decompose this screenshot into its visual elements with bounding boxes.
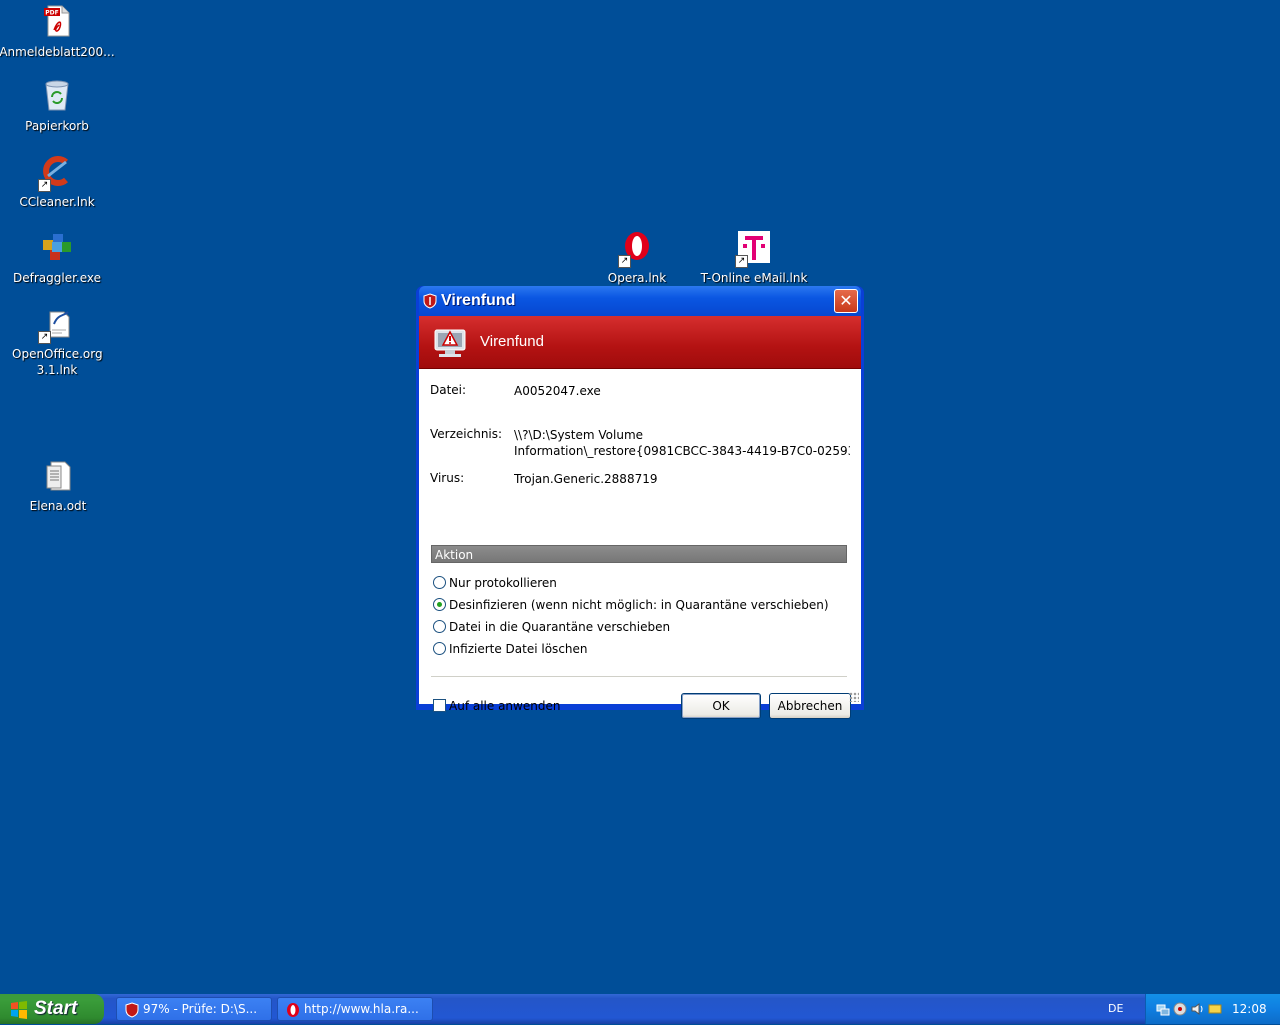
option-log-only[interactable]: Nur protokollieren	[433, 575, 557, 591]
shortcut-arrow-icon: ↗	[38, 179, 51, 192]
divider	[431, 676, 847, 677]
network-icon[interactable]	[1156, 1002, 1170, 1019]
ok-button[interactable]: OK	[681, 693, 761, 719]
dialog-banner: Virenfund	[419, 316, 861, 369]
desktop-icon-t-online[interactable]: ↗ T-Online eMail.lnk	[694, 230, 814, 286]
pdf-icon: PDF	[40, 4, 74, 38]
desktop-icon-ccleaner[interactable]: ↗ CCleaner.lnk	[0, 154, 117, 210]
antivirus-icon[interactable]	[1173, 1002, 1187, 1019]
volume-icon[interactable]	[1190, 1002, 1204, 1019]
apply-to-all-checkbox[interactable]: Auf alle anwenden	[433, 698, 560, 714]
checkbox[interactable]	[433, 699, 446, 712]
taskbar-button-scan[interactable]: 97% - Prüfe: D:\S...	[116, 997, 272, 1021]
directory-value-line2: Information\_restore{0981CBCC-3843-4419-…	[514, 444, 850, 458]
start-label: Start	[34, 998, 78, 1019]
taskbar-button-browser[interactable]: http://www.hla.ra...	[277, 997, 433, 1021]
option-delete[interactable]: Infizierte Datei löschen	[433, 641, 588, 657]
opera-icon: ↗	[618, 230, 654, 268]
action-section-header: Aktion	[431, 545, 847, 563]
opera-icon	[286, 1002, 300, 1020]
radio-button[interactable]	[433, 620, 446, 633]
start-button[interactable]: Start	[0, 994, 104, 1024]
virus-found-dialog: Virenfund ✕ Virenfund Datei: A0052047.ex…	[416, 286, 864, 719]
directory-value-line1: \\?\D:\System Volume	[514, 428, 644, 442]
recycle-bin-icon	[40, 78, 74, 112]
desktop-icon-recycle-bin[interactable]: Papierkorb	[0, 78, 117, 134]
desktop-icon-opera[interactable]: ↗ Opera.lnk	[577, 230, 697, 286]
radio-button-selected[interactable]	[433, 598, 446, 611]
language-indicator[interactable]: DE	[1108, 1002, 1123, 1015]
close-icon: ✕	[839, 291, 853, 310]
desktop-icon-label: CCleaner.lnk	[19, 195, 95, 209]
openoffice-icon: ↗	[38, 306, 74, 344]
clock: 12:08	[1232, 1002, 1267, 1016]
document-icon	[41, 458, 75, 492]
svg-text:PDF: PDF	[45, 10, 58, 17]
dialog-title: Virenfund	[441, 292, 516, 309]
taskbar: Start 97% - Prüfe: D:\S... http://www.hl…	[0, 994, 1280, 1024]
option-label: Desinfizieren (wenn nicht möglich: in Qu…	[449, 598, 829, 612]
file-value: A0052047.exe	[514, 384, 601, 398]
file-label: Datei:	[430, 383, 467, 397]
desktop-icon-label: Anmeldeblatt200...	[0, 45, 115, 59]
option-label: Infizierte Datei löschen	[449, 642, 588, 656]
directory-value: \\?\D:\System Volume Information\_restor…	[514, 427, 850, 459]
desktop-icon-defraggler[interactable]: Defraggler.exe	[0, 230, 117, 286]
desktop-icon-label: Defraggler.exe	[12, 271, 102, 285]
shortcut-arrow-icon: ↗	[38, 331, 51, 344]
cancel-button[interactable]: Abbrechen	[769, 693, 851, 719]
radio-button[interactable]	[433, 576, 446, 589]
shortcut-arrow-icon: ↗	[618, 255, 631, 268]
desktop-icon-openoffice[interactable]: ↗ OpenOffice.org 3.1.lnk	[0, 306, 117, 378]
option-label: Datei in die Quarantäne verschieben	[449, 620, 671, 634]
desktop-icon-elena[interactable]: Elena.odt	[0, 458, 118, 514]
option-quarantine[interactable]: Datei in die Quarantäne verschieben	[433, 619, 670, 635]
option-label: Nur protokollieren	[449, 576, 557, 590]
desktop-icon-label: Papierkorb	[25, 119, 89, 133]
taskbar-button-label: 97% - Prüfe: D:\S...	[143, 1002, 258, 1016]
desktop-icon-label: Elena.odt	[29, 499, 87, 513]
close-button[interactable]: ✕	[834, 289, 858, 313]
resize-grip-icon[interactable]	[849, 692, 859, 702]
shield-icon	[125, 1002, 139, 1020]
taskbar-button-label: http://www.hla.ra...	[304, 1002, 419, 1016]
t-online-icon: ↗	[735, 230, 771, 268]
option-disinfect[interactable]: Desinfizieren (wenn nicht möglich: in Qu…	[433, 597, 829, 613]
defraggler-icon	[40, 230, 74, 264]
banner-title: Virenfund	[480, 333, 544, 350]
desktop-icon-label: OpenOffice.org 3.1.lnk	[12, 347, 103, 377]
update-icon[interactable]	[1208, 1002, 1222, 1019]
ccleaner-icon: ↗	[38, 154, 74, 192]
apply-to-all-label: Auf alle anwenden	[449, 699, 561, 713]
virus-warning-icon	[429, 324, 469, 363]
windows-logo-icon	[10, 1001, 28, 1025]
desktop-icon-label: Opera.lnk	[607, 271, 667, 285]
virus-value: Trojan.Generic.2888719	[514, 472, 658, 486]
directory-label: Verzeichnis:	[430, 427, 503, 441]
desktop-icon-label: T-Online eMail.lnk	[700, 271, 808, 285]
virus-label: Virus:	[430, 471, 465, 485]
radio-button[interactable]	[433, 642, 446, 655]
dialog-titlebar[interactable]: Virenfund ✕	[419, 286, 861, 316]
shield-icon	[423, 293, 437, 312]
dialog-body: Virenfund Datei: A0052047.exe Verzeichni…	[419, 316, 861, 719]
shortcut-arrow-icon: ↗	[735, 255, 748, 268]
desktop-icon-pdf[interactable]: PDF Anmeldeblatt200...	[0, 4, 117, 60]
